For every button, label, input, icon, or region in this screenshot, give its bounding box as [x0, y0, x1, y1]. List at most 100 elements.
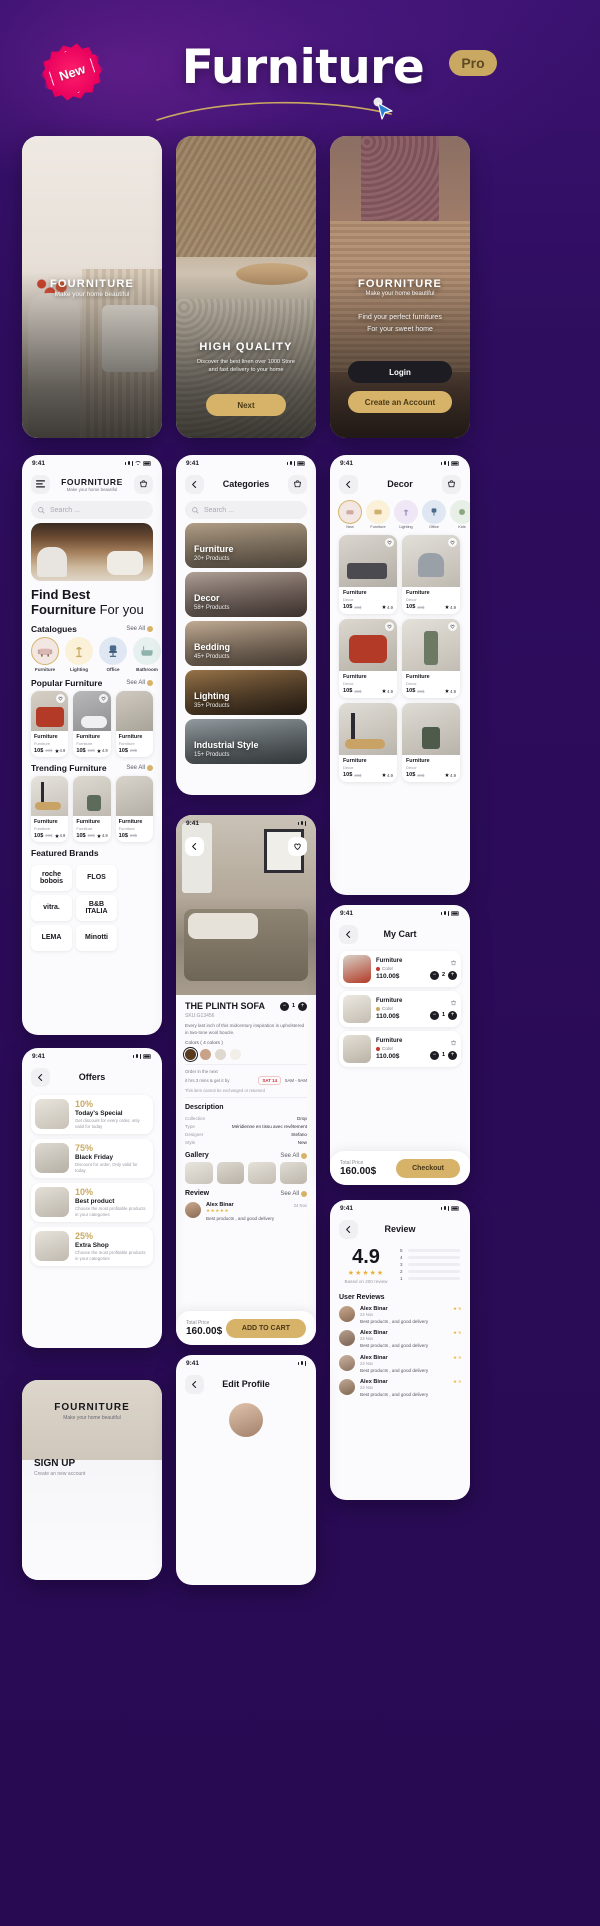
category-card-bedding[interactable]: Bedding 45+ Products — [185, 621, 307, 666]
color-swatch-cream[interactable] — [230, 1049, 241, 1061]
brand-logo[interactable]: FLOS — [76, 864, 117, 891]
back-icon[interactable] — [185, 837, 204, 856]
back-icon[interactable] — [31, 1067, 50, 1087]
checkout-button[interactable]: Checkout — [396, 1158, 460, 1178]
review-screen[interactable]: 9:41 Review 4.9 ★★★★★ Based on 200 revie… — [330, 1200, 470, 1500]
filter-chip-lighting[interactable]: Lighting — [394, 500, 418, 529]
decrement-button[interactable]: − — [429, 970, 439, 980]
decor-screen[interactable]: 9:41 Decor New Furniture Lighting Office… — [330, 455, 470, 895]
brand-logo[interactable]: B&B ITALIA — [76, 894, 117, 921]
favorite-icon[interactable] — [98, 693, 108, 703]
color-swatch-tan[interactable] — [200, 1049, 211, 1061]
back-icon[interactable] — [185, 474, 204, 494]
home-screen[interactable]: 9:41 FOURNITURE Make your home beautiful… — [22, 455, 162, 1035]
brand-logo[interactable]: Minotti — [76, 924, 117, 951]
product-card[interactable]: Furniture Furniture 10$ 20$ 4.9 — [73, 690, 111, 757]
product-card[interactable]: Furniture Furniture 10$ 20$ 4.9 — [73, 775, 111, 842]
catalogue-item-bathroom[interactable]: Bathroom — [133, 636, 161, 672]
quantity-stepper[interactable]: − 1 + — [279, 1001, 307, 1011]
add-to-cart-button[interactable]: ADD TO CART — [225, 1318, 306, 1338]
filter-chip-kids[interactable]: Kids — [450, 500, 470, 529]
product-card[interactable]: Furniture Furniture 10$ 20$ — [115, 690, 153, 757]
product-card[interactable]: Furniture Furniture 10$ 20$ 4.9 — [31, 690, 69, 757]
favorite-icon[interactable] — [448, 538, 457, 547]
category-card-industrial[interactable]: Industrial Style 15+ Products — [185, 719, 307, 764]
cart-icon[interactable] — [134, 474, 153, 494]
back-icon[interactable] — [339, 474, 358, 494]
cart-item[interactable]: Furniture Color 110.00$ −2 + — [339, 951, 461, 987]
cart-screen[interactable]: 9:41 My Cart Furniture Color 110.00$ −2 +… — [330, 905, 470, 1185]
review-see-all[interactable]: See All — [280, 1190, 307, 1197]
cart-quantity-stepper[interactable]: −1 + — [429, 1010, 457, 1020]
category-card-decor[interactable]: Decor 58+ Products — [185, 572, 307, 617]
create-account-button[interactable]: Create an Account — [348, 391, 452, 413]
back-icon[interactable] — [339, 1219, 358, 1239]
cart-icon[interactable] — [288, 474, 307, 494]
color-swatch-brown[interactable] — [182, 1046, 199, 1063]
onboarding-screen-2[interactable]: HIGH QUALITY Discover the best linen ove… — [176, 136, 316, 438]
offer-item[interactable]: 25% Extra Shop Choose the most profitabl… — [31, 1226, 153, 1266]
favorite-icon[interactable] — [448, 622, 457, 631]
gallery-thumb[interactable] — [185, 1162, 213, 1185]
cart-quantity-stepper[interactable]: −1 + — [429, 1050, 457, 1060]
edit-profile-screen[interactable]: 9:41 Edit Profile — [176, 1355, 316, 1585]
menu-icon[interactable] — [31, 474, 50, 494]
filter-chip-furniture[interactable]: Furniture — [366, 500, 390, 529]
popular-see-all[interactable]: See All — [126, 679, 153, 686]
gallery-thumb[interactable] — [216, 1162, 244, 1185]
product-card[interactable]: Furniture Decor 10$ 20$ 4.9 — [339, 535, 397, 614]
product-card[interactable]: Furniture Decor 10$ 20$ 4.9 — [402, 535, 460, 614]
onboarding-screen-3[interactable]: FOURNITURE Make your home beautiful Find… — [330, 136, 470, 438]
signup-screen[interactable]: FOURNITURE Make your home beautiful SIGN… — [22, 1380, 162, 1580]
decrement-button[interactable]: − — [279, 1001, 289, 1011]
product-card[interactable]: Furniture Decor 10$ 20$ 4.9 — [339, 703, 397, 782]
offer-item[interactable]: 10% Today's Special Get discount for eve… — [31, 1095, 153, 1134]
cart-item[interactable]: Furniture Color 110.00$ −1 + — [339, 1031, 461, 1067]
delete-icon[interactable] — [450, 959, 457, 966]
gallery-thumb[interactable] — [248, 1162, 276, 1185]
trending-see-all[interactable]: See All — [126, 764, 153, 771]
product-card[interactable]: Furniture Furniture 10$ 20$ — [115, 775, 153, 842]
catalogue-item-office[interactable]: Office — [99, 636, 127, 672]
gallery-thumb[interactable] — [279, 1162, 307, 1185]
product-detail-screen[interactable]: 9:41 THE PLINTH SOFA − 1 + SKU:G13456 Ev… — [176, 815, 316, 1345]
decrement-button[interactable]: − — [429, 1010, 439, 1020]
increment-button[interactable]: + — [448, 970, 457, 980]
categories-search-input[interactable]: Search ... — [185, 501, 307, 519]
product-card[interactable]: Furniture Decor 10$ 20$ 4.9 — [402, 703, 460, 782]
avatar[interactable] — [229, 1403, 263, 1437]
favorite-icon[interactable] — [385, 538, 394, 547]
gallery-see-all[interactable]: See All — [280, 1152, 307, 1159]
increment-button[interactable]: + — [298, 1001, 307, 1011]
next-button[interactable]: Next — [206, 394, 286, 416]
onboarding-screen-1[interactable]: FOURNITURE Make your home beautiful — [22, 136, 162, 438]
category-card-furniture[interactable]: Furniture 20+ Products — [185, 523, 307, 568]
cart-item[interactable]: Furniture Color 110.00$ −1 + — [339, 991, 461, 1027]
brand-logo[interactable]: LEMA — [31, 924, 72, 951]
product-card[interactable]: Furniture Decor 10$ 20$ 4.9 — [339, 619, 397, 698]
decrement-button[interactable]: − — [429, 1050, 439, 1060]
catalogue-item-lighting[interactable]: Lighting — [65, 636, 93, 672]
cart-icon[interactable] — [442, 474, 461, 494]
favorite-icon[interactable] — [288, 837, 307, 856]
back-icon[interactable] — [185, 1374, 204, 1394]
offer-item[interactable]: 75% Black Friday Discount for order, Onl… — [31, 1138, 153, 1178]
filter-chip-new[interactable]: New — [338, 500, 362, 529]
increment-button[interactable]: + — [448, 1010, 457, 1020]
catalogue-item-furniture[interactable]: Furniture — [31, 636, 59, 672]
brand-logo[interactable]: roche bobois — [31, 864, 72, 891]
increment-button[interactable]: + — [448, 1050, 457, 1060]
product-card[interactable]: Furniture Decor 10$ 20$ 4.9 — [402, 619, 460, 698]
delete-icon[interactable] — [450, 999, 457, 1006]
brand-logo[interactable]: vitra. — [31, 894, 72, 921]
categories-screen[interactable]: 9:41 Categories Search ... Furniture 20+… — [176, 455, 316, 795]
product-card[interactable]: Furniture Furniture 10$ 20$ 4.9 — [31, 775, 69, 842]
home-search-input[interactable]: Search ... — [31, 501, 153, 519]
favorite-icon[interactable] — [56, 693, 66, 703]
cart-quantity-stepper[interactable]: −2 + — [429, 970, 457, 980]
favorite-icon[interactable] — [385, 622, 394, 631]
offers-screen[interactable]: 9:41 Offers 10% Today's Special Get disc… — [22, 1048, 162, 1348]
offer-item[interactable]: 10% Best product Choose the most profita… — [31, 1182, 153, 1222]
catalogues-see-all[interactable]: See All — [126, 625, 153, 632]
delete-icon[interactable] — [450, 1039, 457, 1046]
